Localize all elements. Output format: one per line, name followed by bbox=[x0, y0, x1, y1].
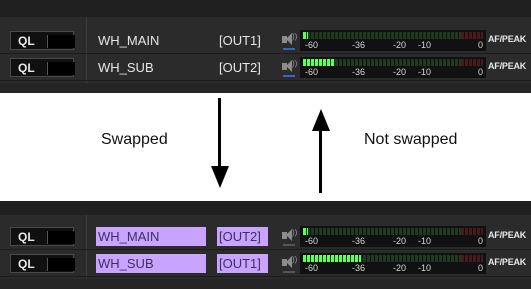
meter-tick: -10 bbox=[418, 263, 432, 273]
speaker-icon[interactable]: )) bbox=[281, 58, 297, 77]
speaker-icon[interactable]: )) bbox=[281, 31, 297, 50]
ql-button[interactable]: QL bbox=[10, 227, 75, 246]
channel-name[interactable]: WH_SUB bbox=[96, 58, 206, 77]
ql-label: QL bbox=[18, 230, 35, 244]
meter-over-zone bbox=[461, 255, 483, 262]
level-meter: -60 -36 -20 -10 0 bbox=[300, 57, 486, 78]
level-meter: -60 -36 -20 -10 0 bbox=[300, 253, 486, 274]
channel-row[interactable]: QL WH_SUB [OUT2] )) -60 -36 -20 -10 0 AF… bbox=[0, 55, 531, 81]
level-meter: -60 -36 -20 -10 0 bbox=[300, 30, 486, 51]
speaker-icon[interactable]: )) bbox=[281, 227, 297, 246]
meter-tick: -20 bbox=[393, 40, 407, 50]
meter-fill bbox=[303, 32, 308, 39]
meter-tick: -60 bbox=[305, 263, 319, 273]
output-assignment[interactable]: [OUT2] bbox=[217, 227, 268, 246]
panel-header-strip bbox=[0, 0, 531, 17]
channel-panel-before: QL WH_MAIN [OUT1] )) -60 -36 -20 -10 0 A… bbox=[0, 0, 531, 93]
output-assignment[interactable]: [OUT2] bbox=[217, 58, 268, 77]
af-peak-label[interactable]: AF/PEAK bbox=[488, 230, 526, 240]
meter-fill bbox=[303, 59, 335, 66]
ql-button[interactable]: QL bbox=[10, 58, 75, 77]
meter-track bbox=[303, 228, 483, 235]
meter-track bbox=[303, 32, 483, 39]
meter-tick: -20 bbox=[393, 236, 407, 246]
meter-tick: -10 bbox=[418, 236, 432, 246]
meter-tick: -60 bbox=[305, 236, 319, 246]
meter-fill bbox=[303, 255, 361, 262]
ql-indicator bbox=[47, 35, 75, 48]
meter-tick: 0 bbox=[478, 40, 484, 50]
ql-indicator bbox=[47, 231, 75, 244]
meter-tick: -10 bbox=[418, 40, 432, 50]
af-peak-label[interactable]: AF/PEAK bbox=[488, 257, 526, 267]
speaker-icon[interactable]: )) bbox=[281, 254, 297, 273]
meter-tick: -36 bbox=[352, 67, 366, 77]
meter-over-zone bbox=[461, 228, 483, 235]
panel-footer-strip bbox=[0, 83, 531, 93]
meter-tick: -36 bbox=[352, 263, 366, 273]
meter-fill bbox=[303, 228, 308, 235]
channel-panel-after: QL WH_MAIN [OUT2] )) -60 -36 -20 -10 0 A… bbox=[0, 201, 531, 289]
channel-name[interactable]: WH_SUB bbox=[96, 254, 206, 273]
meter-tick: -60 bbox=[305, 40, 319, 50]
not-swapped-caption: Not swapped bbox=[364, 131, 458, 148]
ql-indicator bbox=[47, 258, 75, 271]
meter-tick: 0 bbox=[478, 263, 484, 273]
ql-label: QL bbox=[18, 257, 35, 271]
panel-header-strip bbox=[0, 201, 531, 215]
level-meter: -60 -36 -20 -10 0 bbox=[300, 226, 486, 247]
meter-tick: -36 bbox=[352, 236, 366, 246]
channel-row[interactable]: QL WH_MAIN [OUT1] )) -60 -36 -20 -10 0 A… bbox=[0, 28, 531, 54]
ql-button[interactable]: QL bbox=[10, 31, 75, 50]
meter-over-zone bbox=[461, 59, 483, 66]
meter-tick: -60 bbox=[305, 67, 319, 77]
af-peak-label[interactable]: AF/PEAK bbox=[488, 61, 526, 71]
channel-row[interactable]: QL WH_MAIN [OUT2] )) -60 -36 -20 -10 0 A… bbox=[0, 224, 531, 250]
meter-tick: -10 bbox=[418, 67, 432, 77]
meter-tick: 0 bbox=[478, 67, 484, 77]
output-assignment[interactable]: [OUT1] bbox=[217, 254, 268, 273]
channel-name[interactable]: WH_MAIN bbox=[96, 31, 206, 50]
af-peak-label[interactable]: AF/PEAK bbox=[488, 34, 526, 44]
ql-button[interactable]: QL bbox=[10, 254, 75, 273]
ql-label: QL bbox=[18, 61, 35, 75]
output-assignment[interactable]: [OUT1] bbox=[217, 31, 268, 50]
meter-tick: -20 bbox=[393, 263, 407, 273]
panel-footer-strip bbox=[0, 279, 531, 289]
meter-tick: 0 bbox=[478, 236, 484, 246]
ql-indicator bbox=[47, 62, 75, 75]
meter-tick: -36 bbox=[352, 40, 366, 50]
meter-tick: -20 bbox=[393, 67, 407, 77]
channel-name[interactable]: WH_MAIN bbox=[96, 227, 206, 246]
meter-over-zone bbox=[461, 32, 483, 39]
channel-row[interactable]: QL WH_SUB [OUT1] )) -60 -36 -20 -10 0 AF… bbox=[0, 251, 531, 277]
swapped-caption: Swapped bbox=[101, 131, 168, 148]
ql-label: QL bbox=[18, 34, 35, 48]
